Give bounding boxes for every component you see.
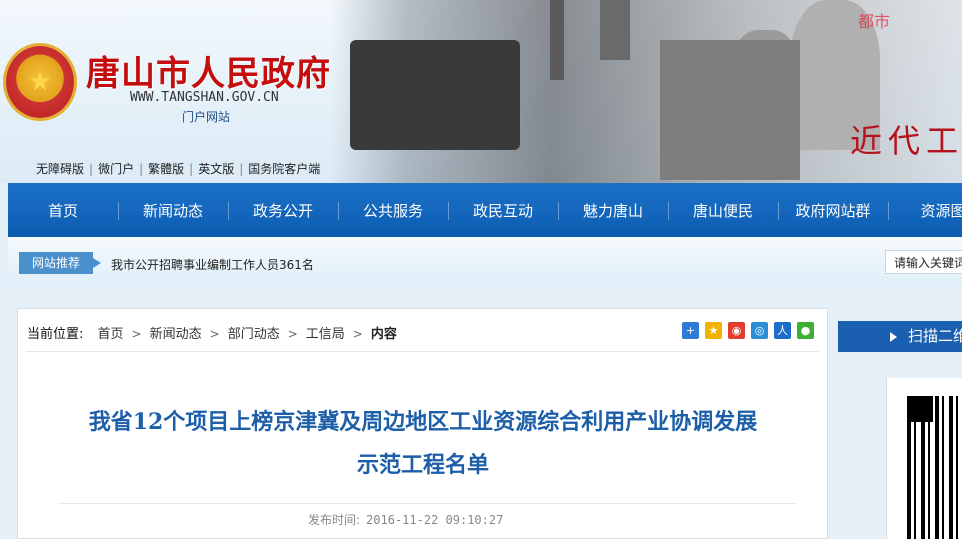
nav-public-service[interactable]: 公共服务: [338, 200, 448, 221]
breadcrumb-bureau[interactable]: 工信局: [306, 327, 345, 342]
link-state-council-app[interactable]: 国务院客户端: [248, 162, 320, 176]
qzone-icon[interactable]: ★: [705, 322, 722, 339]
factory-building-graphic: [660, 40, 800, 180]
search-input[interactable]: 请输入关键词: [885, 250, 962, 274]
qr-header: 扫描二维码: [838, 321, 962, 352]
publish-label: 发布时间:: [308, 513, 361, 527]
separator: |: [189, 162, 194, 176]
main-nav: 首页 新闻动态 政务公开 公共服务 政民互动 魅力唐山 唐山便民 政府网站群 资…: [8, 183, 962, 237]
breadcrumb-current: 内容: [370, 327, 397, 342]
qr-code-image: [907, 396, 962, 539]
qr-panel: [886, 378, 962, 539]
locomotive-graphic: [350, 40, 520, 150]
top-links: 无障碍版 | 微门户 | 繁體版 | 英文版 | 国务院客户端: [36, 160, 320, 177]
breadcrumb: 当前位置: 首页 > 新闻动态 > 部门动态 > 工信局 > 内容: [27, 323, 397, 342]
chevron-right-icon: >: [131, 327, 142, 341]
breadcrumb-label: 当前位置:: [27, 327, 84, 342]
separator: |: [239, 162, 244, 176]
breadcrumb-news[interactable]: 新闻动态: [150, 327, 202, 342]
article-title: 我省12个项目上榜京津冀及周边地区工业资源综合利用产业协调发展 示范工程名单: [48, 401, 798, 487]
article-panel: 当前位置: 首页 > 新闻动态 > 部门动态 > 工信局 > 内容 + ★ ◉ ◎ 人 ● 我省…: [17, 308, 828, 539]
article-title-line2: 示范工程名单: [356, 452, 489, 478]
link-traditional[interactable]: 繁體版: [148, 162, 184, 176]
tower-graphic: [600, 0, 630, 60]
recommend-link[interactable]: 我市公开招聘事业编制工作人员361名: [111, 256, 314, 273]
national-emblem-icon: ★: [6, 46, 74, 118]
chevron-right-icon: >: [287, 327, 298, 341]
nav-site-group[interactable]: 政府网站群: [778, 200, 888, 221]
banner-text: 近代工: [850, 122, 962, 160]
nav-news[interactable]: 新闻动态: [118, 200, 228, 221]
divider: [26, 351, 819, 352]
wechat-icon[interactable]: ●: [797, 322, 814, 339]
nav-interaction[interactable]: 政民互动: [448, 200, 558, 221]
divider: [58, 503, 797, 504]
site-header: ★ 唐山市人民政府 WWW.TANGSHAN.GOV.CN 门户网站 无障碍版 |…: [0, 0, 962, 183]
recommend-tag: 网站推荐: [19, 252, 101, 274]
recommend-bar: 网站推荐 我市公开招聘事业编制工作人员361名 请输入关键词: [8, 237, 962, 287]
link-english[interactable]: 英文版: [198, 162, 234, 176]
separator: |: [139, 162, 144, 176]
article-title-line1: 我省12个项目上榜京津冀及周边地区工业资源综合利用产业协调发展: [88, 409, 758, 435]
breadcrumb-home[interactable]: 首页: [98, 327, 124, 342]
nav-gov-affairs[interactable]: 政务公开: [228, 200, 338, 221]
nav-resources[interactable]: 资源图: [888, 200, 962, 221]
share-toolbar: + ★ ◉ ◎ 人 ●: [682, 322, 814, 339]
chevron-right-icon: >: [352, 327, 363, 341]
nav-charm-tangshan[interactable]: 魅力唐山: [558, 200, 668, 221]
plus-share-icon[interactable]: +: [682, 322, 699, 339]
renren-icon[interactable]: 人: [774, 322, 791, 339]
publish-time: 2016-11-22 09:10:27: [366, 513, 504, 527]
site-name[interactable]: 唐山市人民政府: [86, 46, 331, 95]
chevron-right-icon: >: [209, 327, 220, 341]
breadcrumb-dept-news[interactable]: 部门动态: [228, 327, 280, 342]
separator: |: [89, 162, 94, 176]
nav-home[interactable]: 首页: [8, 200, 118, 221]
weibo-icon[interactable]: ◉: [728, 322, 745, 339]
publish-info: 发布时间: 2016-11-22 09:10:27: [308, 511, 503, 528]
link-accessible[interactable]: 无障碍版: [36, 162, 84, 176]
chimney-graphic: [550, 0, 564, 80]
tencent-weibo-icon[interactable]: ◎: [751, 322, 768, 339]
site-subtitle: 门户网站: [182, 110, 231, 124]
nav-convenience[interactable]: 唐山便民: [668, 200, 778, 221]
banner-text-top: 都市: [858, 12, 891, 31]
link-micro-portal[interactable]: 微门户: [98, 162, 134, 176]
site-url: WWW.TANGSHAN.GOV.CN: [130, 90, 279, 105]
